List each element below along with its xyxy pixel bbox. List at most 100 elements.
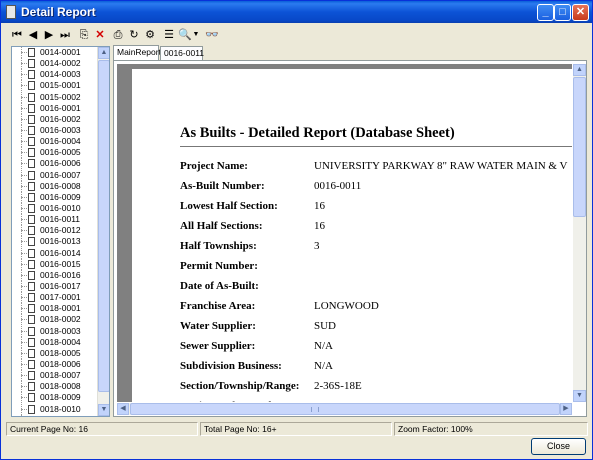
tree-item[interactable]: 0016-0013 [12,236,98,248]
scroll-down-icon[interactable]: ▼ [573,390,586,402]
search-icon[interactable]: 👓 [205,27,219,43]
tab-mainreport[interactable]: MainReport [113,45,161,60]
tree-item[interactable]: 0016-0014 [12,247,98,259]
tree-item[interactable]: 0016-0007 [12,169,98,181]
tree-item[interactable]: 0018-0005 [12,347,98,359]
tree-item-label: 0018-0001 [40,303,81,314]
scroll-right-icon[interactable]: ▶ [560,403,572,415]
tree-item[interactable]: 0018-0009 [12,392,98,404]
prev-page-icon[interactable]: ◀ [26,27,40,43]
tree-item[interactable]: 0018-0011 [12,414,98,416]
group-tree-icon[interactable]: ☰ [162,27,176,43]
tree-item[interactable]: 0016-0001 [12,102,98,114]
tree-connector [21,152,27,154]
close-report-icon[interactable]: ✕ [93,27,107,43]
print-icon[interactable]: ⎙ [111,27,125,43]
tree-item-label: 0016-0015 [40,258,81,269]
tree-item[interactable]: 0018-0010 [12,403,98,415]
tree-item[interactable]: 0018-0008 [12,381,98,393]
report-hscroll-thumb[interactable] [130,403,560,415]
document-icon [28,371,35,381]
tree-item[interactable]: 0016-0002 [12,113,98,125]
tree-item[interactable]: 0018-0001 [12,303,98,315]
tree-item[interactable]: 0014-0003 [12,69,98,81]
report-canvas[interactable]: As Builts - Detailed Report (Database Sh… [117,64,572,402]
tree-item[interactable]: 0016-0016 [12,269,98,281]
scroll-left-icon[interactable]: ◀ [117,403,129,415]
close-window-button[interactable]: ✕ [572,4,589,21]
tree-item[interactable]: 0018-0007 [12,370,98,382]
document-icon [28,293,35,303]
document-icon [28,114,35,124]
tree-item[interactable]: 0014-0002 [12,58,98,70]
tree-item-label: 0018-0003 [40,325,81,336]
tree-connector [21,107,27,109]
tree-item[interactable]: 0016-0015 [12,258,98,270]
tree-item[interactable]: 0015-0001 [12,80,98,92]
tree-connector [21,297,27,299]
report-horizontal-scrollbar[interactable]: ◀ ▶ [117,403,572,415]
tree-item-label: 0014-0002 [40,58,81,69]
tree-item-label: 0016-0004 [40,136,81,147]
tree-item[interactable]: 0016-0006 [12,158,98,170]
tree-item-label: 0016-0001 [40,102,81,113]
report-vscroll-thumb[interactable] [573,77,586,217]
scroll-up-icon[interactable]: ▲ [98,47,109,59]
field-label: Date of As-Built: [180,280,259,292]
scroll-down-icon[interactable]: ▼ [98,404,109,416]
tree-item[interactable]: 0016-0010 [12,202,98,214]
tree-item[interactable]: 0018-0006 [12,358,98,370]
close-button[interactable]: Close [531,438,586,455]
tree-vertical-scrollbar[interactable]: ▲ ▼ [97,47,109,416]
tree-item[interactable]: 0016-0011 [12,214,98,226]
tree-connector [21,274,27,276]
field-label: Half Townships: [180,240,257,252]
detail-report-window: Detail Report _ □ ✕ ⏮ ◀ ▶ ⏭ ⎘ ✕ ⎙ ↻ ⚙ ☰ … [0,0,593,460]
tree-connector [21,341,27,343]
tab-0016-0011[interactable]: 0016-0011 [160,46,204,60]
tree-item[interactable]: 0018-0002 [12,314,98,326]
scroll-up-icon[interactable]: ▲ [573,64,586,76]
tree-item[interactable]: 0016-0003 [12,124,98,136]
tree-item[interactable]: 0018-0003 [12,325,98,337]
document-icon [28,48,35,57]
tree-item-label: 0018-0008 [40,381,81,392]
tree-connector [21,174,27,176]
tree-connector [21,74,27,76]
tree-item[interactable]: 0016-0004 [12,136,98,148]
tree-item[interactable]: 0015-0002 [12,91,98,103]
tree-item-label: 0017-0001 [40,292,81,303]
minimize-button[interactable]: _ [537,4,554,21]
document-icon [28,181,35,191]
status-bar: Current Page No: 16 Total Page No: 16+ Z… [6,422,588,436]
tree-item[interactable]: 0016-0017 [12,280,98,292]
tree-item[interactable]: 0016-0005 [12,147,98,159]
field-label: All Half Sections: [180,220,263,232]
document-icon [28,203,35,213]
tree-item-label: 0018-0002 [40,314,81,325]
tree-item[interactable]: 0018-0004 [12,336,98,348]
maximize-button[interactable]: □ [554,4,571,21]
tree-item[interactable]: 0016-0008 [12,180,98,192]
last-page-icon[interactable]: ⏭ [58,27,72,43]
zoom-dropdown-icon[interactable]: ▼ [192,27,200,43]
tree-item-label: 0016-0010 [40,202,81,213]
tree-item[interactable]: 0014-0001 [12,47,98,58]
toolbar: ⏮ ◀ ▶ ⏭ ⎘ ✕ ⎙ ↻ ⚙ ☰ 🔍 ▼ 👓 [6,27,246,45]
first-page-icon[interactable]: ⏮ [10,27,24,43]
tree-item[interactable]: 0017-0001 [12,292,98,304]
tree-item[interactable]: 0016-0012 [12,225,98,237]
refresh-icon[interactable]: ↻ [127,27,141,43]
report-vertical-scrollbar[interactable]: ▲ ▼ [573,64,586,402]
export-icon[interactable]: ⎘ [77,27,91,43]
document-icon [28,359,35,369]
title-bar[interactable]: Detail Report _ □ ✕ [1,1,592,23]
tree-item[interactable]: 0016-0009 [12,191,98,203]
group-tree-panel[interactable]: 0014-0001 0014-0002 0014-0003 0015-0001 0015… [11,46,110,417]
tree-scroll-thumb[interactable] [98,60,109,392]
tree-item-label: 0016-0009 [40,191,81,202]
field-value: N/A [314,340,333,352]
next-page-icon[interactable]: ▶ [42,27,56,43]
print-setup-icon[interactable]: ⚙ [143,27,157,43]
zoom-icon[interactable]: 🔍 [178,27,192,43]
